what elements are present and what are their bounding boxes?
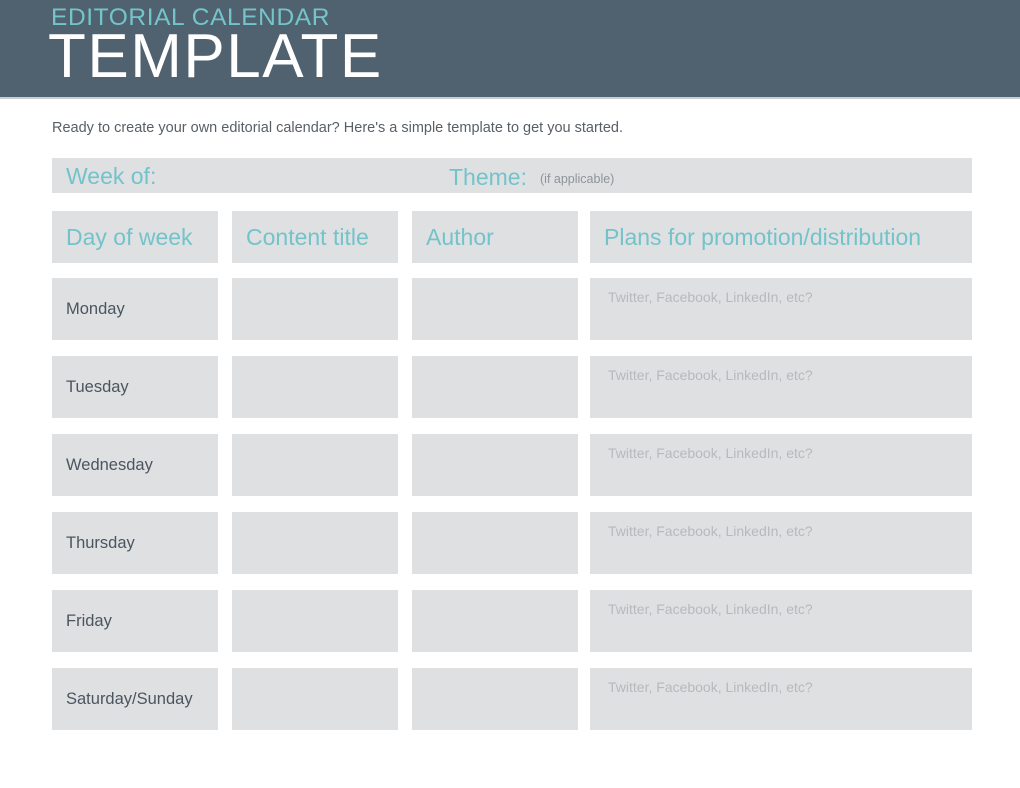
promotion-placeholder: Twitter, Facebook, LinkedIn, etc? — [608, 601, 813, 617]
column-header-author: Author — [412, 211, 578, 263]
content-title-field[interactable] — [232, 434, 398, 496]
promotion-placeholder: Twitter, Facebook, LinkedIn, etc? — [608, 367, 813, 383]
intro-paragraph: Ready to create your own editorial calen… — [52, 120, 623, 136]
promotion-field[interactable]: Twitter, Facebook, LinkedIn, etc? — [590, 278, 972, 340]
promotion-field[interactable]: Twitter, Facebook, LinkedIn, etc? — [590, 590, 972, 652]
day-of-week-label: Thursday — [66, 533, 135, 552]
week-of-label: Week of: — [66, 163, 157, 189]
content-title-field[interactable] — [232, 356, 398, 418]
day-of-week-label: Wednesday — [66, 455, 153, 474]
column-header-promotion: Plans for promotion/distribution — [590, 211, 972, 263]
column-header-label: Author — [426, 223, 494, 250]
promotion-placeholder: Twitter, Facebook, LinkedIn, etc? — [608, 289, 813, 305]
page-title: TEMPLATE — [48, 22, 383, 91]
promotion-field[interactable]: Twitter, Facebook, LinkedIn, etc? — [590, 512, 972, 574]
promotion-placeholder: Twitter, Facebook, LinkedIn, etc? — [608, 445, 813, 461]
header-divider — [0, 97, 1020, 99]
author-field[interactable] — [412, 434, 578, 496]
author-field[interactable] — [412, 512, 578, 574]
day-of-week-label: Tuesday — [66, 377, 129, 396]
theme-label: Theme: — [449, 164, 527, 190]
table-row[interactable]: Thursday — [52, 512, 218, 574]
day-of-week-label: Monday — [66, 299, 125, 318]
author-field[interactable] — [412, 356, 578, 418]
table-row[interactable]: Saturday/Sunday — [52, 668, 218, 730]
promotion-field[interactable]: Twitter, Facebook, LinkedIn, etc? — [590, 356, 972, 418]
promotion-placeholder: Twitter, Facebook, LinkedIn, etc? — [608, 679, 813, 695]
table-row[interactable]: Friday — [52, 590, 218, 652]
content-title-field[interactable] — [232, 668, 398, 730]
content-title-field[interactable] — [232, 278, 398, 340]
author-field[interactable] — [412, 278, 578, 340]
column-header-label: Day of week — [66, 223, 193, 250]
promotion-placeholder: Twitter, Facebook, LinkedIn, etc? — [608, 523, 813, 539]
week-of-bar[interactable]: Week of: Theme: (if applicable) — [52, 158, 972, 193]
column-header-label: Plans for promotion/distribution — [604, 223, 922, 250]
day-of-week-label: Friday — [66, 611, 112, 630]
theme-note: (if applicable) — [540, 172, 615, 186]
author-field[interactable] — [412, 668, 578, 730]
author-field[interactable] — [412, 590, 578, 652]
table-row[interactable]: Wednesday — [52, 434, 218, 496]
page-header-band: EDITORIAL CALENDAR TEMPLATE — [0, 0, 1020, 97]
content-title-field[interactable] — [232, 590, 398, 652]
table-row[interactable]: Monday — [52, 278, 218, 340]
column-header-day-of-week: Day of week — [52, 211, 218, 263]
content-title-field[interactable] — [232, 512, 398, 574]
column-header-content-title: Content title — [232, 211, 398, 263]
promotion-field[interactable]: Twitter, Facebook, LinkedIn, etc? — [590, 434, 972, 496]
table-row[interactable]: Tuesday — [52, 356, 218, 418]
promotion-field[interactable]: Twitter, Facebook, LinkedIn, etc? — [590, 668, 972, 730]
day-of-week-label: Saturday/Sunday — [66, 689, 193, 708]
column-header-label: Content title — [246, 223, 369, 250]
